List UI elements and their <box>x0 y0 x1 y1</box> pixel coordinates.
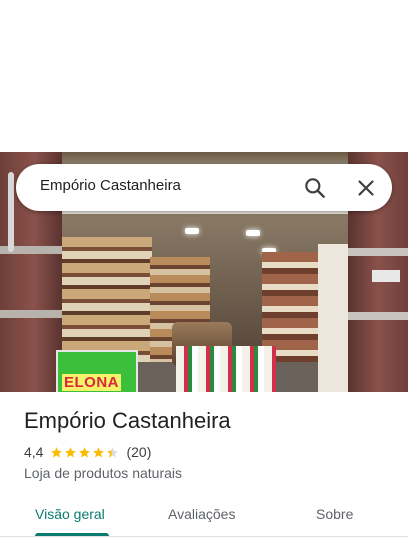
review-count[interactable]: (20) <box>126 444 151 460</box>
photo-right-shelf-box <box>318 244 348 392</box>
tab-reviews[interactable]: Avaliações <box>168 506 235 522</box>
tab-overview[interactable]: Visão geral <box>35 506 105 522</box>
star-icon <box>79 446 91 457</box>
close-icon[interactable] <box>353 175 379 201</box>
photo-wall-sign <box>372 270 400 282</box>
rating-value: 4,4 <box>24 444 44 460</box>
tabs-divider <box>0 536 408 537</box>
photo-wall-stripe <box>348 312 408 320</box>
tab-about[interactable]: Sobre <box>316 506 353 522</box>
star-icon <box>93 446 105 457</box>
photo-sign-text: ELONA <box>62 374 121 391</box>
blank-header-area <box>0 0 408 152</box>
place-title: Empório Castanheira <box>24 408 231 433</box>
photo-green-sign: ELONA <box>56 350 138 392</box>
photo-wall-stripe <box>0 310 62 318</box>
rating-row[interactable]: 4,4 (20) <box>24 443 151 461</box>
star-icon <box>51 446 63 457</box>
photo-ceiling-light <box>246 230 260 236</box>
photo-ceiling-light <box>185 228 199 234</box>
place-category[interactable]: Loja de produtos naturais <box>24 465 182 481</box>
tab-bar: Visão geral Avaliações Sobre <box>0 496 408 538</box>
search-icon[interactable] <box>302 175 328 201</box>
search-query[interactable]: Empório Castanheira <box>40 177 181 194</box>
star-icon <box>65 446 77 457</box>
photo-pipe <box>8 172 14 252</box>
search-bar[interactable]: Empório Castanheira <box>16 164 392 211</box>
photo-display-stand <box>176 346 276 392</box>
star-icon <box>107 446 119 457</box>
rating-stars <box>50 446 120 459</box>
photo-wall-stripe <box>348 248 408 256</box>
